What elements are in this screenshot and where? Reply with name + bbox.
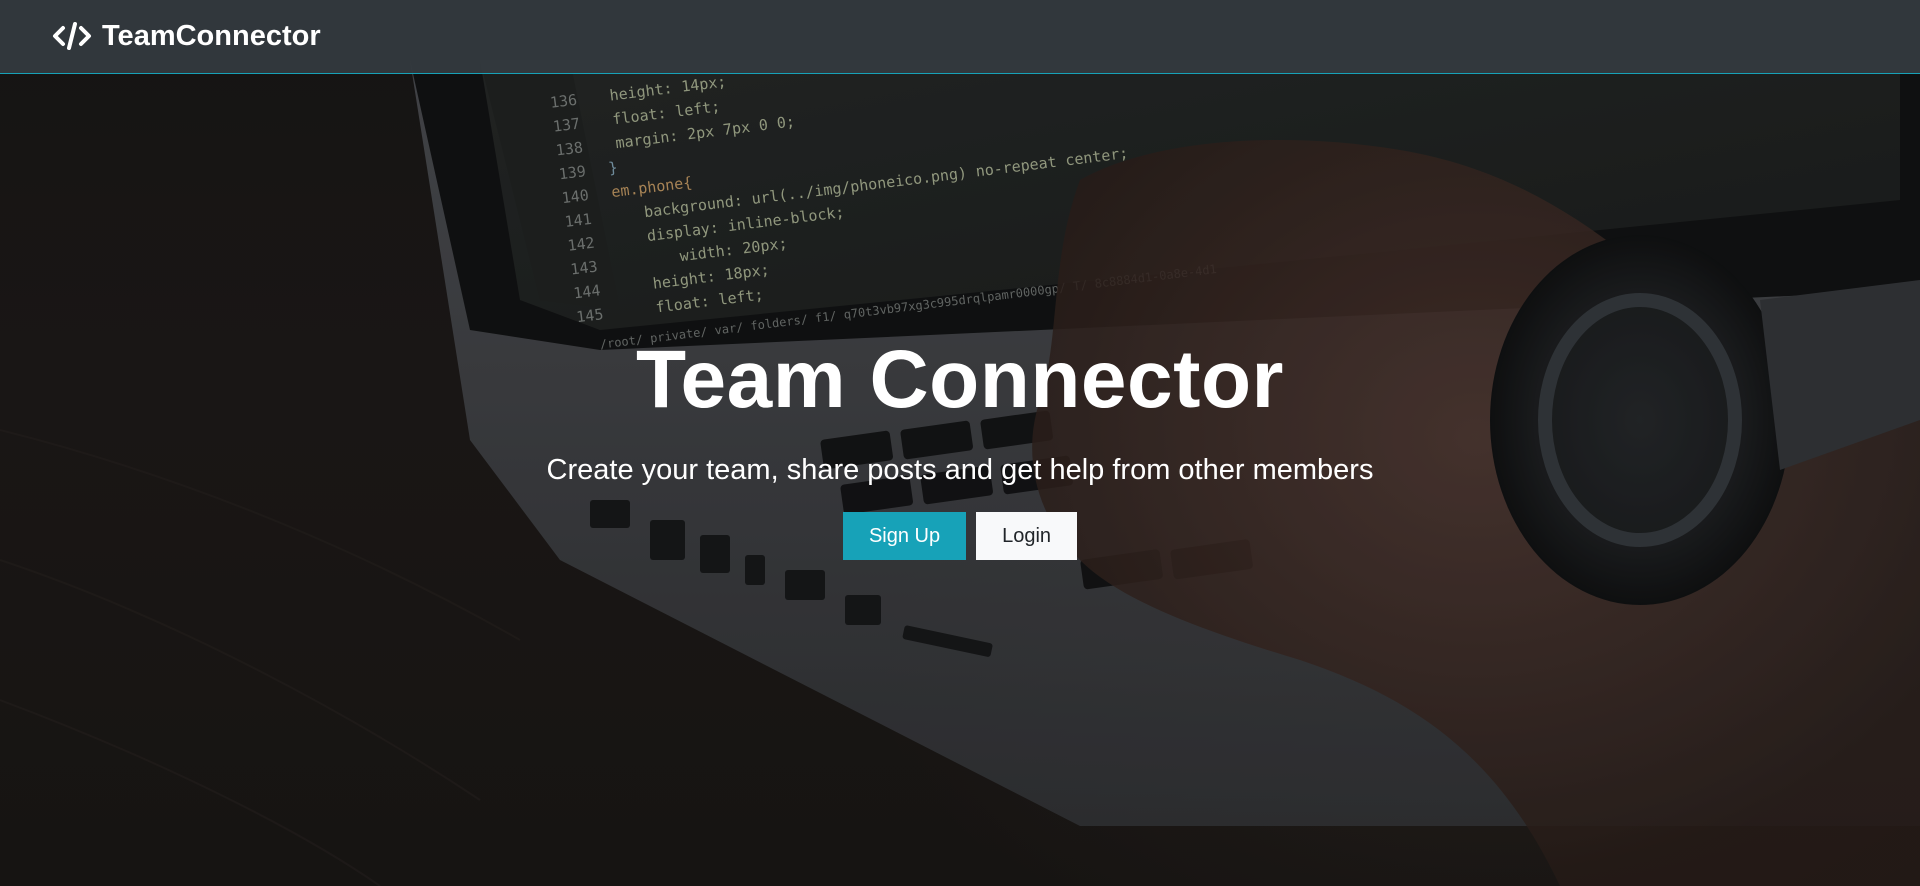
login-button[interactable]: Login	[976, 512, 1078, 560]
page-title: Team Connector	[636, 334, 1284, 425]
navbar: TeamConnector	[0, 0, 1920, 74]
hero-buttons: Sign Up Login	[0, 512, 1920, 560]
brand-label: TeamConnector	[102, 19, 321, 52]
sign-up-button[interactable]: Sign Up	[842, 512, 967, 560]
brand-link[interactable]: TeamConnector	[52, 16, 321, 56]
hero-tagline: Create your team, share posts and get he…	[546, 454, 1374, 486]
hero-section: Team Connector Create your team, share p…	[0, 330, 1920, 560]
code-icon	[52, 20, 92, 52]
